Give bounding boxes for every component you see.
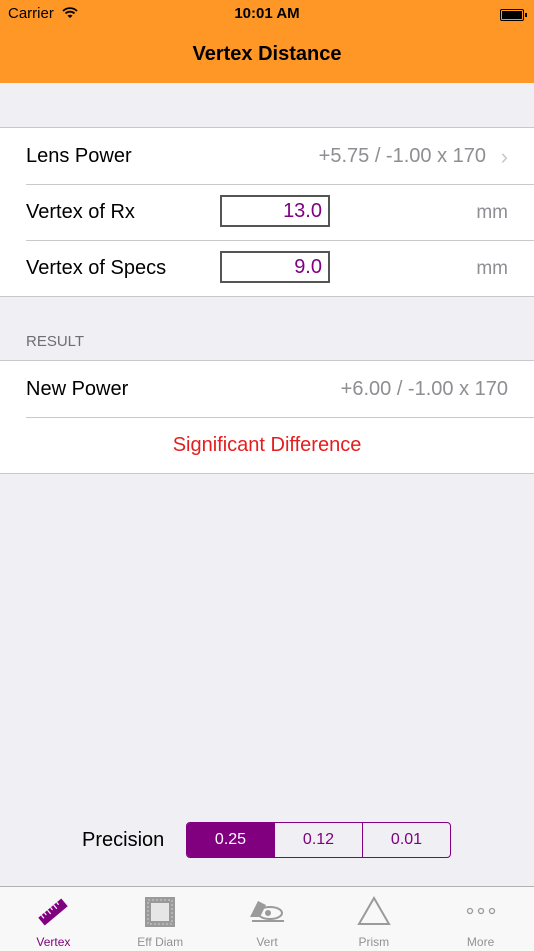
new-power-label: New Power xyxy=(26,378,129,400)
significant-difference-warning: Significant Difference xyxy=(172,434,362,456)
chevron-right-icon: › xyxy=(500,144,508,169)
precision-label: Precision xyxy=(82,829,165,851)
tab-more-label: More xyxy=(466,935,495,949)
lens-power-value: +5.75 / -1.00 x 170 xyxy=(318,145,486,167)
tab-eff-diam-label: Eff Diam xyxy=(137,935,184,949)
vertex-specs-label: Vertex of Specs xyxy=(26,257,167,279)
input-section: Lens Power +5.75 / -1.00 x 170 › Vertex … xyxy=(0,127,534,297)
tab-eff-diam[interactable]: Eff Diam xyxy=(107,887,214,951)
precision-option-025[interactable]: 0.25 xyxy=(187,823,274,857)
lens-power-row[interactable]: Lens Power +5.75 / -1.00 x 170 › xyxy=(0,128,534,184)
result-section-header: RESULT xyxy=(26,333,85,350)
vertex-specs-input[interactable] xyxy=(220,251,330,283)
tab-bar: Vertex Eff Diam Vert Prism More xyxy=(0,886,534,951)
battery-icon xyxy=(500,9,527,21)
ruler-icon xyxy=(38,898,69,926)
vertex-rx-unit: mm xyxy=(476,202,508,223)
tab-prism-label: Prism xyxy=(358,935,390,949)
tab-more[interactable]: More xyxy=(427,887,534,951)
lens-power-label: Lens Power xyxy=(26,145,132,167)
vertex-rx-row: Vertex of Rx mm xyxy=(0,184,534,240)
frame-icon xyxy=(145,897,176,927)
triangle-icon xyxy=(357,895,391,925)
vertex-specs-unit: mm xyxy=(476,258,508,279)
precision-segmented-control: 0.25 0.12 0.01 xyxy=(186,822,451,858)
result-section: New Power +6.00 / -1.00 x 170 Significan… xyxy=(0,360,534,474)
status-bar: Carrier 10:01 AM xyxy=(0,0,534,30)
tab-vertex[interactable]: Vertex xyxy=(0,887,107,951)
tab-vertex-label: Vertex xyxy=(36,935,71,949)
clock: 10:01 AM xyxy=(234,5,300,22)
navigation-bar: Vertex Distance xyxy=(0,30,534,83)
warning-row: Significant Difference xyxy=(0,417,534,473)
new-power-value: +6.00 / -1.00 x 170 xyxy=(340,378,508,400)
vertex-specs-row: Vertex of Specs mm xyxy=(0,240,534,296)
vertex-rx-label: Vertex of Rx xyxy=(26,201,135,223)
new-power-row: New Power +6.00 / -1.00 x 170 xyxy=(0,361,534,417)
precision-option-012[interactable]: 0.12 xyxy=(274,823,362,857)
lensmeter-icon xyxy=(249,901,284,922)
vertex-rx-input[interactable] xyxy=(220,195,330,227)
tab-vert[interactable]: Vert xyxy=(214,887,321,951)
tab-vert-label: Vert xyxy=(256,935,278,949)
tab-prism[interactable]: Prism xyxy=(320,887,427,951)
more-icon xyxy=(466,907,495,915)
page-title: Vertex Distance xyxy=(192,43,342,65)
precision-option-001[interactable]: 0.01 xyxy=(362,823,450,857)
